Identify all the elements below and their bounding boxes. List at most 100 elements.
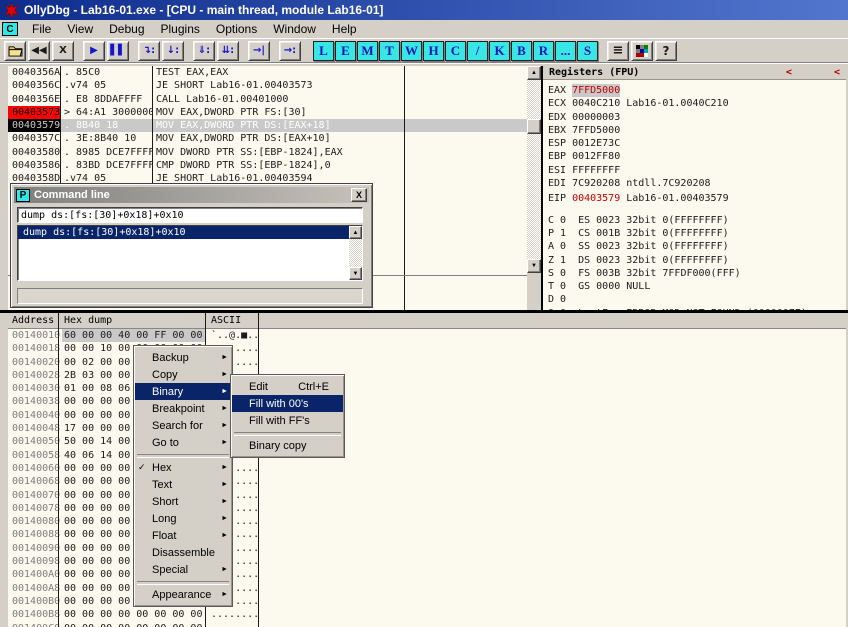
- window-letter-button[interactable]: S: [577, 41, 598, 61]
- flag-row[interactable]: T 0 GS 0000 NULL: [543, 280, 846, 293]
- registers-pane[interactable]: Registers (FPU) < < EAX7FFD5000 ECX0040C…: [543, 66, 846, 312]
- window-letter-button[interactable]: B: [511, 41, 532, 61]
- register-row[interactable]: EBP0012FF80: [543, 150, 846, 163]
- menu-item[interactable]: Debug: [101, 21, 152, 37]
- open-file-button[interactable]: [4, 41, 26, 61]
- scroll-up-icon[interactable]: ▲: [349, 226, 362, 239]
- hex-dump-row[interactable]: 001400B8 00 00 00 00 00 00 00 00 .......…: [8, 608, 846, 621]
- scrollbar-thumb[interactable]: [527, 119, 541, 134]
- windows-list-button[interactable]: ≡: [607, 41, 629, 61]
- window-letter-button[interactable]: R: [533, 41, 554, 61]
- window-letter-button[interactable]: E: [335, 41, 356, 61]
- cpu-child-icon[interactable]: C: [2, 22, 18, 36]
- close-process-button[interactable]: X: [52, 41, 74, 61]
- command-history-list[interactable]: dump ds:[fs:[30]+0x18]+0x10 ▲ ▼: [17, 225, 363, 281]
- restart-button[interactable]: ◀◀: [28, 41, 50, 61]
- context-menu-item[interactable]: Long ►: [135, 510, 231, 527]
- dialog-title-bar[interactable]: P Command line X: [14, 187, 369, 203]
- hex-dump-row[interactable]: 00140010 60 00 00 40 00 FF 00 00 `..@.■.…: [8, 329, 846, 342]
- register-row[interactable]: ESP0012E73C: [543, 137, 846, 150]
- menu-item[interactable]: Window: [265, 21, 324, 37]
- step-into-button[interactable]: ↴:: [138, 41, 160, 61]
- window-letter-button[interactable]: ...: [555, 41, 576, 61]
- scroll-down-icon[interactable]: ▼: [349, 267, 362, 280]
- register-row[interactable]: EAX7FFD5000: [543, 84, 846, 97]
- context-menu-item[interactable]: Backup ►: [135, 349, 231, 366]
- disassembly-row[interactable]: 0040356A . 85C0 TEST EAX,EAX: [8, 66, 527, 79]
- disassembly-row[interactable]: 00403586 . 83BD DCE7FFFF CMP DWORD PTR S…: [8, 159, 527, 172]
- context-menu-item[interactable]: Special ►: [135, 561, 231, 578]
- trace-over-button[interactable]: ⇊:: [217, 41, 239, 61]
- history-item[interactable]: dump ds:[fs:[30]+0x18]+0x10: [18, 226, 349, 239]
- submenu-item[interactable]: [232, 429, 343, 437]
- step-over-button[interactable]: ↓:: [162, 41, 184, 61]
- flag-row[interactable]: P 1 CS 001B 32bit 0(FFFFFFFF): [543, 227, 846, 240]
- window-letter-button[interactable]: K: [489, 41, 510, 61]
- flag-row[interactable]: S 0 FS 003B 32bit 7FFDF000(FFF): [543, 267, 846, 280]
- pause-button[interactable]: ▌▌: [107, 41, 129, 61]
- flag-row[interactable]: C 0 ES 0023 32bit 0(FFFFFFFF): [543, 214, 846, 227]
- window-letter-button[interactable]: T: [379, 41, 400, 61]
- scroll-down-icon[interactable]: ▼: [527, 259, 541, 273]
- menu-item[interactable]: Help: [324, 21, 365, 37]
- disassembly-row[interactable]: 00403573 > 64:A1 30000000 MOV EAX,DWORD …: [8, 106, 527, 119]
- context-menu-item[interactable]: Go to ►: [135, 434, 231, 451]
- disassembly-row[interactable]: 0040357C . 3E:8B40 10 MOV EAX,DWORD PTR …: [8, 132, 527, 145]
- history-scrollbar[interactable]: ▲ ▼: [349, 226, 362, 280]
- close-icon[interactable]: X: [351, 188, 367, 202]
- window-letter-button[interactable]: /: [467, 41, 488, 61]
- scrollbar-track[interactable]: [527, 80, 541, 259]
- command-input[interactable]: dump ds:[fs:[30]+0x18]+0x10: [17, 207, 363, 223]
- window-letter-button[interactable]: C: [445, 41, 466, 61]
- context-menu-item[interactable]: Short ►: [135, 493, 231, 510]
- window-letter-button[interactable]: L: [313, 41, 334, 61]
- help-button[interactable]: ?: [655, 41, 677, 61]
- window-letter-button[interactable]: H: [423, 41, 444, 61]
- disassembly-scrollbar[interactable]: ▲ ▼: [527, 66, 541, 273]
- register-row-eip[interactable]: EIP00403579Lab16-01.00403579: [543, 192, 846, 205]
- disassembly-row[interactable]: 0040356E . E8 8DDAFFFF CALL Lab16-01.004…: [8, 93, 527, 106]
- menu-item[interactable]: View: [59, 21, 101, 37]
- collapse-chevrons-icon[interactable]: < <: [786, 67, 840, 78]
- register-row[interactable]: ESIFFFFFFFF: [543, 164, 846, 177]
- context-menu-item[interactable]: Disassemble: [135, 544, 231, 561]
- register-row[interactable]: ECX0040C210Lab16-01.0040C210: [543, 97, 846, 110]
- disassembly-row[interactable]: 00403579 . 8B40 18 MOV EAX,DWORD PTR DS:…: [8, 119, 527, 132]
- window-letter-button[interactable]: M: [357, 41, 378, 61]
- context-menu-item[interactable]: Binary ►: [135, 383, 231, 400]
- register-row[interactable]: EBX7FFD5000: [543, 124, 846, 137]
- menu-item[interactable]: File: [24, 21, 59, 37]
- go-to-address-button[interactable]: →:: [279, 41, 301, 61]
- trace-into-button[interactable]: ⇓:: [193, 41, 215, 61]
- window-letter-button[interactable]: W: [401, 41, 422, 61]
- context-menu-item[interactable]: Float ►: [135, 527, 231, 544]
- disassembly-row[interactable]: 00403580 . 8985 DCE7FFFF MOV DWORD PTR S…: [8, 146, 527, 159]
- flag-row[interactable]: D 0: [543, 293, 846, 306]
- run-button[interactable]: ▶: [83, 41, 105, 61]
- flag-row[interactable]: Z 1 DS 0023 32bit 0(FFFFFFFF): [543, 254, 846, 267]
- context-menu-item[interactable]: [135, 451, 231, 459]
- context-menu-item[interactable]: Appearance ►: [135, 586, 231, 603]
- flag-row[interactable]: A 0 SS 0023 32bit 0(FFFFFFFF): [543, 240, 846, 253]
- menu-item[interactable]: Plugins: [153, 21, 208, 37]
- context-menu-item[interactable]: Copy ►: [135, 366, 231, 383]
- submenu-item[interactable]: Binary copy: [232, 437, 343, 454]
- title-bar[interactable]: OllyDbg - Lab16-01.exe - [CPU - main thr…: [0, 0, 848, 20]
- context-menu-item[interactable]: ✓ Hex ►: [135, 459, 231, 476]
- context-menu-item[interactable]: Search for ►: [135, 417, 231, 434]
- register-row[interactable]: EDI7C920208ntdll.7C920208: [543, 177, 846, 190]
- execute-till-return-button[interactable]: →|: [248, 41, 270, 61]
- appearance-button[interactable]: [631, 41, 653, 61]
- submenu-item[interactable]: Fill with FF's: [232, 412, 343, 429]
- context-menu-item[interactable]: Breakpoint ►: [135, 400, 231, 417]
- scroll-up-icon[interactable]: ▲: [527, 66, 541, 80]
- menu-item[interactable]: Options: [208, 21, 265, 37]
- register-row[interactable]: EDX00000003: [543, 111, 846, 124]
- context-menu-item[interactable]: [135, 578, 231, 586]
- scrollbar-track[interactable]: [349, 239, 362, 267]
- command-line-dialog[interactable]: P Command line X dump ds:[fs:[30]+0x18]+…: [10, 183, 373, 308]
- context-menu-item[interactable]: Text ►: [135, 476, 231, 493]
- submenu-item[interactable]: Edit Ctrl+E: [232, 378, 343, 395]
- hex-dump-row[interactable]: 001400C0 00 00 00 00 00 00 00 00 .......…: [8, 622, 846, 627]
- disassembly-row[interactable]: 0040356C .v74 05 JE SHORT Lab16-01.00403…: [8, 79, 527, 92]
